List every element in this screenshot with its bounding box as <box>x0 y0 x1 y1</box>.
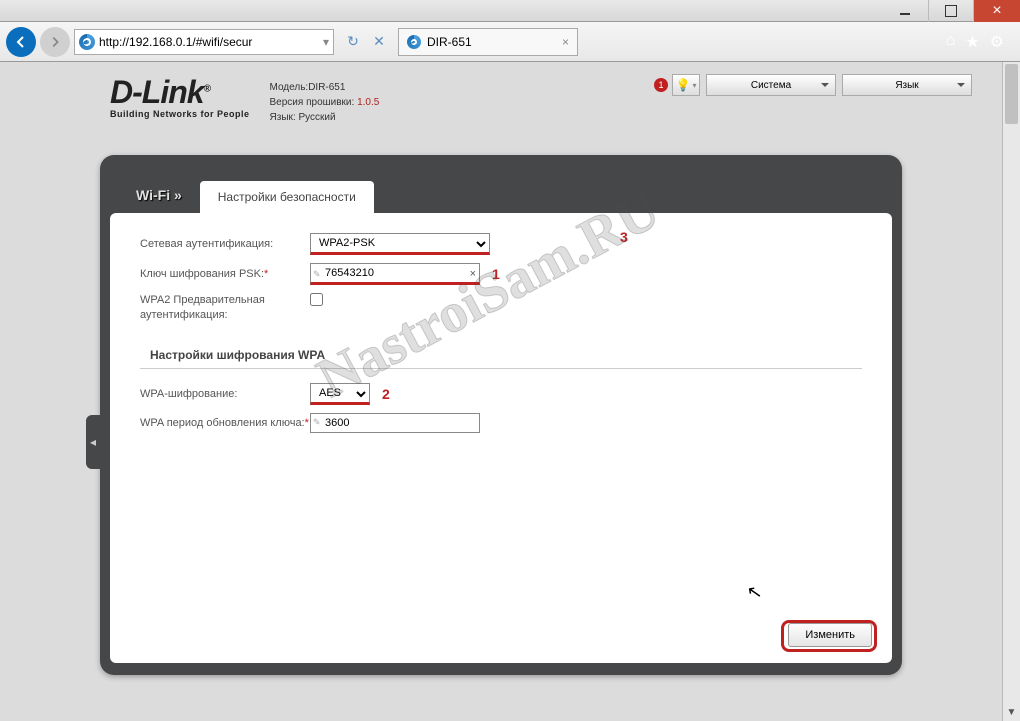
annotation-2: 2 <box>382 386 390 402</box>
nav-back-button[interactable] <box>6 27 36 57</box>
auth-label: Сетевая аутентификация: <box>140 238 310 250</box>
notification-badge[interactable]: 1 <box>654 78 668 92</box>
edit-icon: ✎ <box>313 269 321 280</box>
apply-button[interactable]: Изменить <box>788 623 872 647</box>
wpa-section-header: Настройки шифрования WPA <box>140 342 862 369</box>
breadcrumb-wifi[interactable]: Wi-Fi » <box>136 187 182 213</box>
browser-toolbar: ↻ ✕ <box>338 33 394 51</box>
main-panel: ◂ Wi-Fi » Настройки безопасности 3 Сетев… <box>100 155 902 675</box>
ie-icon <box>79 34 95 50</box>
address-bar[interactable]: http://192.168.0.1/#wifi/secur ▾ <box>74 29 334 55</box>
wpa-renewal-input[interactable] <box>310 413 480 433</box>
device-info: Модель:DIR-651 Версия прошивки: 1.0.5 Яз… <box>270 74 380 125</box>
preauth-checkbox[interactable] <box>310 293 323 306</box>
preauth-label: WPA2 Предварительная аутентификация: <box>140 293 310 324</box>
window-titlebar: × <box>0 0 1020 22</box>
dropdown-icon[interactable]: ▾ <box>323 35 329 49</box>
sidebar-expand-handle[interactable]: ◂ <box>86 415 100 469</box>
edit-icon: ✎ <box>313 417 321 428</box>
window-close-button[interactable]: × <box>974 0 1020 22</box>
annotation-1: 1 <box>492 266 500 282</box>
system-dropdown[interactable]: Система <box>706 74 836 96</box>
nav-forward-button[interactable] <box>40 27 70 57</box>
wpa-encryption-select[interactable]: AES <box>310 383 370 405</box>
annotation-3: 3 <box>620 229 628 245</box>
ie-icon <box>407 35 421 49</box>
window-minimize-button[interactable] <box>882 0 928 22</box>
tab-title: DIR-651 <box>427 35 472 49</box>
refresh-button[interactable]: ↻ <box>344 33 362 51</box>
arrow-right-icon <box>48 35 62 49</box>
stop-button[interactable]: ✕ <box>370 33 388 51</box>
network-auth-select[interactable]: WPA2-PSK <box>310 233 490 255</box>
settings-form: 3 Сетевая аутентификация: WPA2-PSK Ключ … <box>110 213 892 663</box>
language-dropdown[interactable]: Язык <box>842 74 972 96</box>
psk-key-input[interactable] <box>310 263 480 285</box>
router-header: D-Link® Building Networks for People Мод… <box>0 74 1002 125</box>
tab-security-settings[interactable]: Настройки безопасности <box>200 181 374 213</box>
page-viewport: D-Link® Building Networks for People Мод… <box>0 62 1002 721</box>
scroll-down-button[interactable]: ▼ <box>1003 703 1020 721</box>
dlink-logo: D-Link® Building Networks for People <box>110 74 250 119</box>
vertical-scrollbar[interactable]: ▲ ▼ <box>1002 62 1020 721</box>
favorites-icon[interactable]: ★ <box>965 32 979 52</box>
url-text: http://192.168.0.1/#wifi/secur <box>99 35 252 49</box>
logo-text: D-Link <box>110 74 204 110</box>
browser-tab[interactable]: DIR-651 × <box>398 28 578 56</box>
renew-label: WPA период обновления ключа: <box>140 417 305 429</box>
arrow-left-icon <box>13 34 29 50</box>
breadcrumb: Wi-Fi » Настройки безопасности <box>100 155 902 213</box>
scroll-thumb[interactable] <box>1005 64 1018 124</box>
psk-label: Ключ шифрования PSK: <box>140 268 264 280</box>
tab-close-button[interactable]: × <box>562 35 569 49</box>
window-maximize-button[interactable] <box>928 0 974 22</box>
hint-button[interactable]: 💡▾ <box>672 74 700 96</box>
home-icon[interactable]: ⌂ <box>946 32 956 52</box>
settings-icon[interactable]: ⚙ <box>990 32 1004 52</box>
browser-right-icons: ⌂ ★ ⚙ <box>946 32 1014 52</box>
clear-input-button[interactable]: × <box>470 268 476 280</box>
browser-navbar: http://192.168.0.1/#wifi/secur ▾ ↻ ✕ DIR… <box>0 22 1020 62</box>
mouse-cursor-icon: ↖ <box>745 581 764 604</box>
encryption-label: WPA-шифрование: <box>140 388 310 400</box>
